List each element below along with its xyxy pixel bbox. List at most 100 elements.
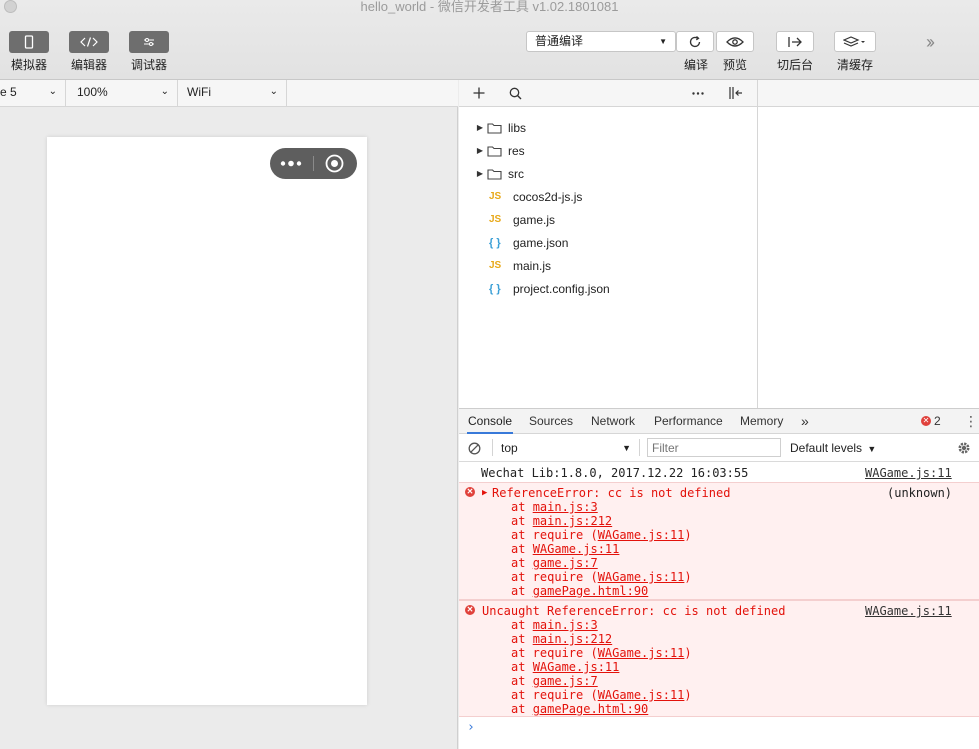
console-error-row: ✕ Uncaught ReferenceError: cc is not def… [459, 600, 979, 717]
source-link[interactable]: gamePage.html:90 [533, 702, 649, 716]
source-link[interactable]: game.js:7 [533, 674, 598, 688]
tree-item-label: src [508, 166, 524, 181]
source-link[interactable]: main.js:3 [533, 618, 598, 632]
source-link[interactable]: WAGame.js:11 [865, 604, 952, 618]
close-miniprogram-icon[interactable] [325, 154, 344, 173]
stack-line: at WAGame.js:11 [511, 660, 620, 674]
chevron-down-icon: ⌄ [269, 86, 278, 97]
source-link[interactable]: WAGame.js:11 [598, 570, 685, 584]
js-file-icon: JS [489, 214, 502, 225]
file-tree: ▶ libs ▶ res ▶ src JS cocos2d-js.js JS g… [459, 107, 757, 408]
tree-item-label: main.js [513, 258, 552, 273]
expand-arrow-icon[interactable]: ▶ [467, 169, 483, 178]
tab-console[interactable]: Console [467, 409, 514, 434]
source-link[interactable]: WAGame.js:11 [865, 466, 952, 480]
tab-memory[interactable]: Memory [740, 409, 783, 434]
js-file-icon: JS [489, 260, 502, 271]
compile-button[interactable] [676, 31, 714, 52]
switch-background-icon [788, 36, 802, 47]
clear-cache-button[interactable] [834, 31, 876, 52]
stack-line: at game.js:7 [511, 556, 598, 570]
compile-mode-value: 普通编译 [535, 34, 584, 48]
source-link[interactable]: main.js:212 [533, 514, 612, 528]
console-prompt-icon[interactable]: › [467, 720, 475, 735]
add-icon[interactable] [473, 87, 485, 99]
device-select[interactable]: e 5 ⌄ [0, 80, 66, 106]
more-tabs-icon[interactable]: » [801, 409, 809, 434]
devtools-tab-bar: Console Sources Network Performance Memo… [459, 408, 979, 434]
tree-item-label: project.config.json [513, 281, 610, 296]
source-link[interactable]: WAGame.js:11 [533, 660, 620, 674]
editor-pane[interactable] [757, 107, 979, 408]
tree-item-src[interactable]: ▶ src [459, 162, 757, 185]
tree-item-game-json[interactable]: { } game.json [459, 231, 757, 254]
preview-label: 预览 [722, 58, 747, 72]
stack-line: at main.js:212 [511, 632, 613, 646]
source-link[interactable]: WAGame.js:11 [533, 542, 620, 556]
stack-line: at game.js:7 [511, 674, 598, 688]
network-select[interactable]: WiFi ⌄ [178, 80, 287, 106]
source-link[interactable]: main.js:212 [533, 632, 612, 646]
search-icon[interactable] [509, 87, 522, 100]
js-file-icon: JS [489, 191, 502, 202]
chevron-down-icon: ⌄ [160, 86, 169, 97]
tree-item-project-config[interactable]: { } project.config.json [459, 277, 757, 300]
error-count[interactable]: 2 [934, 409, 941, 434]
folder-icon [487, 168, 502, 180]
error-count-icon[interactable]: ✕ [921, 416, 931, 426]
expand-arrow-icon[interactable]: ▶ [482, 486, 487, 500]
tab-network[interactable]: Network [591, 409, 635, 434]
dropdown-arrow-icon: ▼ [659, 37, 667, 46]
clear-console-icon[interactable] [468, 442, 481, 455]
window-title: hello_world - 微信开发者工具 v1.02.1801081 [360, 0, 619, 14]
source-link[interactable]: WAGame.js:11 [598, 646, 685, 660]
expand-arrow-icon[interactable]: ▶ [467, 146, 483, 155]
background-label: 切后台 [776, 58, 813, 72]
tab-sources[interactable]: Sources [529, 409, 573, 434]
simulator-options-bar: e 5 ⌄ 100% ⌄ WiFi ⌄ [0, 80, 458, 107]
dropdown-arrow-icon: ▼ [622, 443, 631, 453]
editor-toggle-button[interactable] [69, 31, 109, 53]
zoom-value: 100% [77, 85, 108, 99]
tree-item-libs[interactable]: ▶ libs [459, 116, 757, 139]
code-icon [80, 37, 98, 47]
error-icon: ✕ [465, 605, 475, 615]
network-value: WiFi [187, 85, 211, 99]
eye-icon [726, 36, 744, 47]
preview-button[interactable] [716, 31, 754, 52]
source-link[interactable]: game.js:7 [533, 556, 598, 570]
error-message: Uncaught ReferenceError: cc is not defin… [482, 604, 786, 618]
log-levels-value: Default levels [790, 441, 863, 455]
dropdown-arrow-icon: ▼ [867, 444, 877, 454]
tree-item-res[interactable]: ▶ res [459, 139, 757, 162]
console-error-row: ✕ ▶ ReferenceError: cc is not defined (u… [459, 482, 979, 600]
background-button[interactable] [776, 31, 814, 52]
collapse-panel-icon[interactable] [728, 86, 744, 100]
filter-input[interactable] [647, 438, 781, 457]
debugger-toggle-button[interactable] [129, 31, 169, 53]
stack-line: at require (WAGame.js:11) [511, 528, 692, 542]
source-link[interactable]: WAGame.js:11 [598, 688, 685, 702]
tree-item-game-js[interactable]: JS game.js [459, 208, 757, 231]
source-link[interactable]: WAGame.js:11 [598, 528, 685, 542]
tree-item-label: game.js [513, 212, 556, 227]
tree-item-main-js[interactable]: JS main.js [459, 254, 757, 277]
tree-item-cocos2d-js[interactable]: JS cocos2d-js.js [459, 185, 757, 208]
more-tools-icon[interactable]: ›› [926, 32, 935, 53]
simulator-toggle-button[interactable] [9, 31, 49, 53]
editor-label: 编辑器 [70, 58, 107, 72]
tab-performance[interactable]: Performance [654, 409, 723, 434]
source-link[interactable]: main.js:3 [533, 500, 598, 514]
more-dots-icon[interactable] [280, 158, 304, 169]
context-select[interactable]: top ▼ [501, 440, 634, 456]
gear-icon[interactable] [957, 441, 971, 455]
more-options-icon[interactable] [692, 92, 704, 95]
source-link[interactable]: gamePage.html:90 [533, 584, 649, 598]
zoom-select[interactable]: 100% ⌄ [66, 80, 178, 106]
devtools-menu-icon[interactable]: ⋮ [964, 413, 978, 429]
stack-line: at main.js:212 [511, 514, 613, 528]
expand-arrow-icon[interactable]: ▶ [467, 123, 483, 132]
log-levels-select[interactable]: Default levels ▼ [790, 440, 876, 457]
phone-screen[interactable] [47, 137, 367, 705]
compile-mode-select[interactable]: 普通编译 ▼ [526, 31, 676, 52]
